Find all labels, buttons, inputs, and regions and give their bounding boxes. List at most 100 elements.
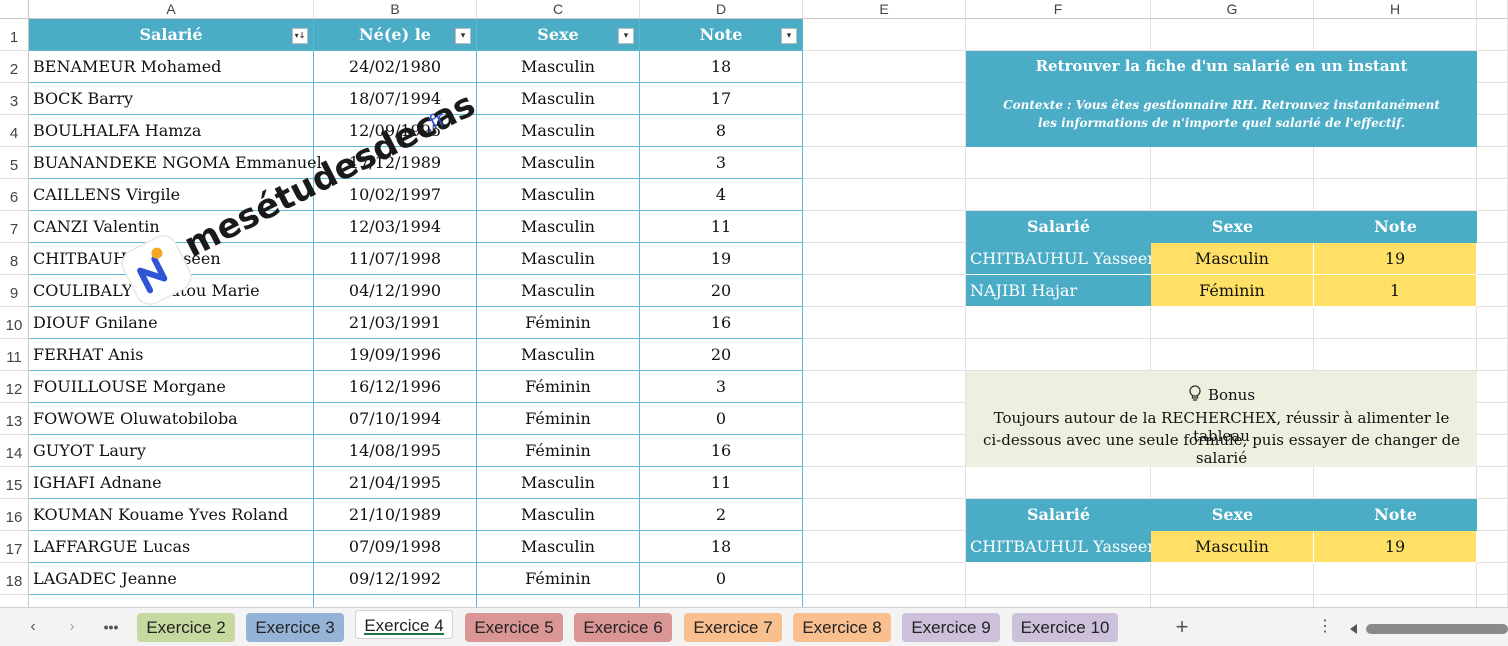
bonus-table-header-2[interactable]: Sexe <box>1151 499 1314 531</box>
main-table-cell[interactable]: 10/02/1997 <box>314 179 477 211</box>
filter-dropdown-icon[interactable]: ▾ <box>781 28 797 44</box>
main-table-cell[interactable]: Masculin <box>477 275 640 307</box>
grid-cell[interactable] <box>803 147 966 179</box>
column-header-h[interactable]: H <box>1314 0 1477 19</box>
row-header[interactable]: 17 <box>0 531 29 563</box>
grid-cell[interactable] <box>1477 83 1508 115</box>
column-header-f[interactable]: F <box>966 0 1151 19</box>
main-table-cell[interactable]: Masculin <box>477 179 640 211</box>
grid-cell[interactable] <box>966 147 1151 179</box>
main-table-cell[interactable]: CHITBAUHUL Yasseen <box>29 243 314 275</box>
main-table-cell[interactable]: BUANANDEKE NGOMA Emmanuel <box>29 147 322 179</box>
sheet-tab-exercice-4[interactable]: Exercice 4 <box>355 610 453 639</box>
grid-cell[interactable] <box>1477 115 1508 147</box>
row-header[interactable]: 13 <box>0 403 29 435</box>
lookup-table-cell[interactable]: CHITBAUHUL Yasseen <box>966 243 1158 275</box>
main-table-cell[interactable]: BOCK Barry <box>29 83 314 115</box>
grid-cell[interactable] <box>1314 179 1477 211</box>
row-header[interactable]: 7 <box>0 211 29 243</box>
sheet-tab-exercice-9[interactable]: Exercice 9 <box>902 613 1000 642</box>
grid-cell[interactable] <box>1477 51 1508 83</box>
bonus-table-header-3[interactable]: Note <box>1314 499 1477 531</box>
grid-cell[interactable] <box>966 339 1151 371</box>
main-table-cell[interactable]: Masculin <box>477 115 640 147</box>
main-table-cell[interactable]: 21/03/1991 <box>314 307 477 339</box>
sheet-tab-exercice-6[interactable]: Exercice 6 <box>574 613 672 642</box>
main-table-cell[interactable]: CANZI Valentin <box>29 211 314 243</box>
grid-cell[interactable] <box>1477 563 1508 595</box>
main-table-cell[interactable]: GUYOT Laury <box>29 435 314 467</box>
main-table-cell[interactable]: 0 <box>640 403 803 435</box>
sheet-tab-exercice-2[interactable]: Exercice 2 <box>137 613 235 642</box>
grid-cell[interactable] <box>803 115 966 147</box>
main-table-cell[interactable]: 07/09/1998 <box>314 531 477 563</box>
main-table-cell[interactable]: 17/12/1989 <box>314 147 477 179</box>
grid-cell[interactable] <box>1314 339 1477 371</box>
main-table-cell[interactable]: FERHAT Anis <box>29 339 314 371</box>
main-table-cell[interactable]: IGHAFI Adnane <box>29 467 314 499</box>
grid-cell[interactable] <box>803 51 966 83</box>
main-table-cell[interactable]: Masculin <box>477 51 640 83</box>
main-table-cell[interactable]: 0 <box>640 563 803 595</box>
grid-cell[interactable] <box>1151 339 1314 371</box>
lookup-table-header-2[interactable]: Sexe <box>1151 211 1314 243</box>
main-table-cell[interactable]: Féminin <box>477 435 640 467</box>
grid-cell[interactable] <box>1477 211 1508 243</box>
main-table-cell[interactable]: 16 <box>640 435 803 467</box>
grid-cell[interactable] <box>1477 275 1508 307</box>
column-header-d[interactable]: D <box>640 0 803 19</box>
row-header[interactable]: 10 <box>0 307 29 339</box>
lookup-table-header-3[interactable]: Note <box>1314 211 1477 243</box>
column-header-a[interactable]: A <box>29 0 314 19</box>
grid-cell[interactable] <box>803 531 966 563</box>
sheet-tab-exercice-5[interactable]: Exercice 5 <box>465 613 563 642</box>
sheet-tab-exercice-7[interactable]: Exercice 7 <box>684 613 782 642</box>
main-table-cell[interactable]: 14/08/1995 <box>314 435 477 467</box>
main-table-cell[interactable]: Masculin <box>477 243 640 275</box>
main-table-cell[interactable] <box>29 595 314 607</box>
main-table-header-2[interactable]: Né(e) le ▾ <box>314 19 477 51</box>
lookup-table-header-1[interactable]: Salarié <box>966 211 1151 243</box>
main-table-header-1[interactable]: Salarié ▾↓ <box>29 19 314 51</box>
grid-cell[interactable] <box>1477 595 1508 607</box>
grid-cell[interactable] <box>966 563 1151 595</box>
sheet-options-button[interactable]: ⋮ <box>1314 617 1336 637</box>
grid-cell[interactable] <box>1151 19 1314 51</box>
grid-cell[interactable] <box>1314 595 1477 607</box>
sort-filter-icon[interactable]: ▾↓ <box>292 28 308 44</box>
row-header[interactable]: 11 <box>0 339 29 371</box>
row-header[interactable]: 8 <box>0 243 29 275</box>
grid-cell[interactable] <box>803 595 966 607</box>
main-table-cell[interactable]: Féminin <box>477 563 640 595</box>
main-table-cell[interactable]: 07/10/1994 <box>314 403 477 435</box>
main-table-cell[interactable]: Féminin <box>477 371 640 403</box>
main-table-cell[interactable]: 3 <box>640 147 803 179</box>
more-sheets-button[interactable]: ••• <box>100 617 122 637</box>
main-table-cell[interactable]: LAFFARGUE Lucas <box>29 531 314 563</box>
row-header[interactable]: 3 <box>0 83 29 115</box>
bonus-table-cell[interactable]: Masculin <box>1151 531 1314 563</box>
grid-cell[interactable] <box>1477 499 1508 531</box>
bonus-table-header-1[interactable]: Salarié <box>966 499 1151 531</box>
lookup-table-cell[interactable]: Féminin <box>1151 275 1314 307</box>
main-table-cell[interactable]: 2 <box>640 499 803 531</box>
grid-cell[interactable] <box>803 243 966 275</box>
main-table-cell[interactable] <box>640 595 803 607</box>
main-table-cell[interactable]: Féminin <box>477 403 640 435</box>
grid-cell[interactable] <box>1477 403 1508 435</box>
grid-cell[interactable] <box>803 339 966 371</box>
grid-cell[interactable] <box>966 19 1151 51</box>
row-header[interactable]: 2 <box>0 51 29 83</box>
grid-cell[interactable] <box>966 595 1151 607</box>
main-table-cell[interactable]: 20 <box>640 275 803 307</box>
row-header[interactable]: 12 <box>0 371 29 403</box>
grid-cell[interactable] <box>803 403 966 435</box>
main-table-cell[interactable]: Féminin <box>477 307 640 339</box>
grid-cell[interactable] <box>1314 19 1477 51</box>
horizontal-scrollbar[interactable] <box>1348 622 1508 634</box>
grid-cell[interactable] <box>1477 179 1508 211</box>
grid-cell[interactable] <box>1477 531 1508 563</box>
main-table-cell[interactable]: 21/04/1995 <box>314 467 477 499</box>
grid-cell[interactable] <box>1151 147 1314 179</box>
select-all-corner[interactable] <box>0 0 29 19</box>
